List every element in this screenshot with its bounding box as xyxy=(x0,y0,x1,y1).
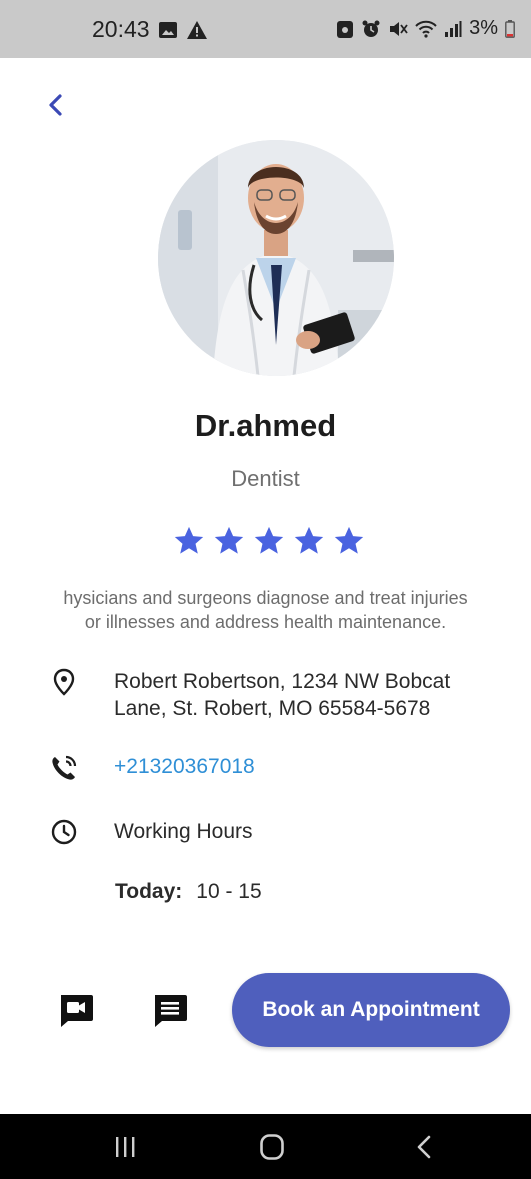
wifi-icon xyxy=(415,20,437,38)
address-row: Robert Robertson, 1234 NW Bobcat Lane, S… xyxy=(50,668,450,720)
system-back-button[interactable] xyxy=(404,1130,444,1164)
doctor-name: Dr.ahmed xyxy=(194,408,337,443)
address-line: Robert Robertson, 1234 NW Bobcat xyxy=(114,670,451,693)
video-call-button[interactable] xyxy=(56,990,96,1030)
doctor-specialty: Dentist xyxy=(231,466,300,491)
warning-icon xyxy=(186,20,207,39)
star-icon xyxy=(294,526,324,554)
today-label: Today: xyxy=(115,880,183,903)
system-nav-bar xyxy=(0,1114,531,1179)
phone-row[interactable]: +21320367018 xyxy=(50,754,255,782)
star-icon xyxy=(254,526,284,554)
location-pin-icon xyxy=(50,668,78,696)
chat-icon xyxy=(155,995,187,1027)
nfc-icon xyxy=(337,20,354,38)
star-icon xyxy=(334,526,364,554)
book-appointment-button[interactable]: Book an Appointment xyxy=(232,973,510,1047)
star-icon xyxy=(214,526,244,554)
signal-icon xyxy=(445,20,462,37)
doctor-bio: hysicians and surgeons diagnose and trea… xyxy=(30,586,501,634)
today-hours: Today: 10 - 15 xyxy=(115,880,262,904)
recents-button[interactable] xyxy=(105,1130,145,1164)
back-button[interactable] xyxy=(38,88,72,122)
battery-icon xyxy=(505,19,515,38)
battery-percent: 3% xyxy=(469,17,498,39)
today-hours-value: 10 - 15 xyxy=(196,880,262,903)
address-text: Robert Robertson, 1234 NW Bobcat Lane, S… xyxy=(114,668,450,722)
chat-button[interactable] xyxy=(150,990,190,1030)
doctor-photo xyxy=(158,140,394,376)
bio-line: hysicians and surgeons diagnose and trea… xyxy=(63,588,468,608)
doctor-avatar xyxy=(158,140,394,376)
rating-stars xyxy=(172,524,366,558)
alarm-icon xyxy=(362,20,380,37)
mute-icon xyxy=(390,21,408,36)
home-icon xyxy=(260,1134,284,1160)
bio-line: or illnesses and address health maintena… xyxy=(84,612,447,632)
phone-call-icon xyxy=(50,754,78,782)
home-button[interactable] xyxy=(252,1130,292,1164)
working-hours-label: Working Hours xyxy=(114,820,253,843)
recents-icon xyxy=(116,1137,135,1157)
working-hours-row: Working Hours xyxy=(50,818,253,846)
address-line: Lane, St. Robert, MO 65584-5678 xyxy=(114,697,431,720)
status-icons: 3% xyxy=(336,17,515,40)
status-time-text: 20:43 xyxy=(92,16,150,42)
status-time: 20:43 xyxy=(92,16,208,43)
video-call-icon xyxy=(61,995,93,1027)
phone-number-link[interactable]: +21320367018 xyxy=(114,753,255,780)
back-chevron-icon xyxy=(49,94,62,116)
status-bar: 20:43 3% xyxy=(0,0,531,58)
star-icon xyxy=(174,526,204,554)
clock-icon xyxy=(50,818,78,846)
back-icon xyxy=(417,1135,431,1159)
gallery-icon xyxy=(158,21,177,38)
